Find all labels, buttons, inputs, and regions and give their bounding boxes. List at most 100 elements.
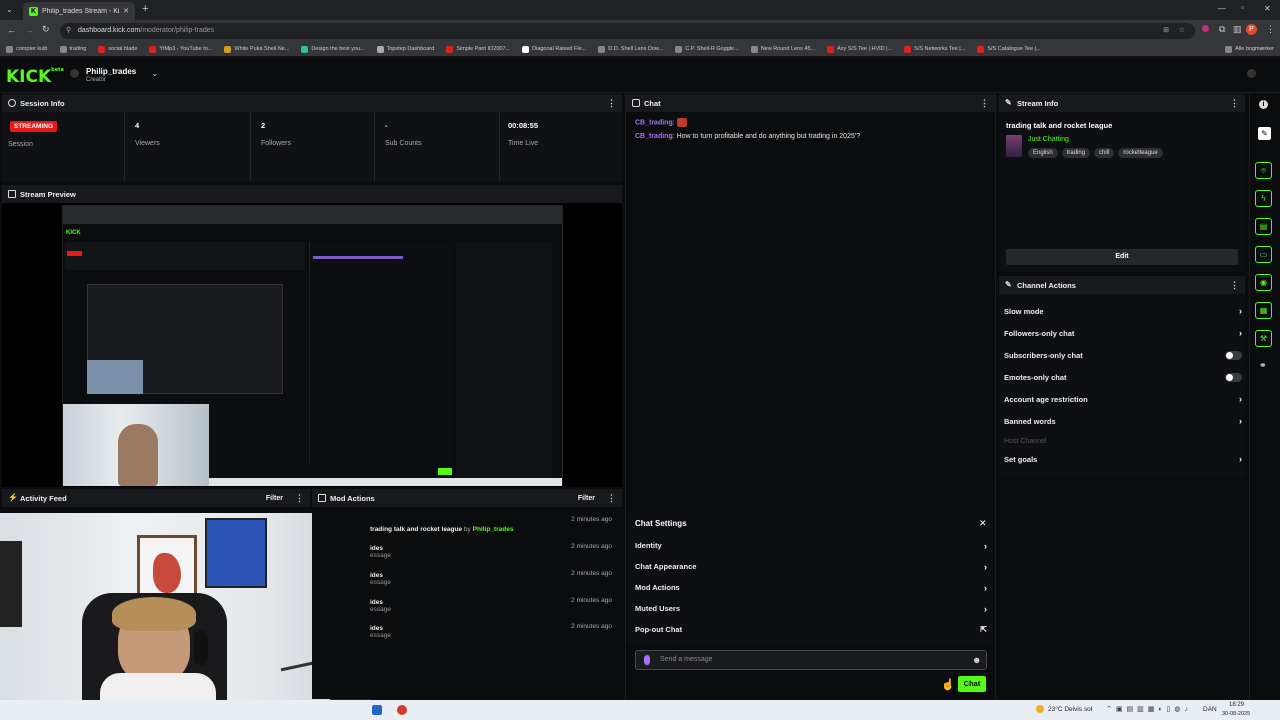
back-icon[interactable]: ← — [7, 25, 16, 35]
rail-document-icon[interactable]: ▤ — [1255, 218, 1272, 235]
bookmark-item[interactable]: White Puka Shell Ne... — [218, 45, 295, 53]
tag-pill[interactable]: trading — [1061, 148, 1091, 158]
mod-row-time: 2 minutes ago — [571, 623, 612, 630]
channel-action-set-goals[interactable]: Set goals › — [1004, 448, 1242, 470]
maximize-icon[interactable]: ▫ — [1241, 3, 1244, 12]
rail-broadcast-icon[interactable]: ◉ — [1255, 274, 1272, 291]
chat-setting-appearance[interactable]: Chat Appearance › — [635, 556, 987, 577]
bookmark-favicon-icon — [301, 45, 309, 53]
bookmark-star-icon[interactable]: ☆ — [1179, 23, 1185, 39]
tab-list-icon[interactable]: ⌄ — [6, 5, 13, 14]
chat-setting-muted-users[interactable]: Muted Users › — [635, 598, 987, 619]
bookmark-item[interactable]: Simple Pant IO2007... — [440, 45, 516, 53]
reload-icon[interactable]: ↻ — [42, 24, 50, 35]
kick-logo[interactable]: KICKbeta — [6, 67, 64, 87]
puzzle-extensions-icon[interactable]: ⧉ — [1219, 24, 1225, 35]
activity-menu-icon[interactable]: ⋮ — [295, 493, 304, 504]
channel-actions-menu-icon[interactable]: ⋮ — [1230, 280, 1239, 291]
bookmark-item[interactable]: Diagonal Raised Fle... — [516, 45, 592, 53]
bookmark-item[interactable]: Alle bogmærker — [1219, 45, 1280, 53]
channel-action-slow-mode[interactable]: Slow mode › — [1004, 300, 1242, 322]
chat-setting-popout[interactable]: Pop-out Chat ⇱ — [635, 619, 987, 640]
chat-username[interactable]: CB_trading — [635, 119, 673, 126]
activity-filter-button[interactable]: Filter — [266, 495, 283, 502]
bookmark-item[interactable]: Axy S/S Tee | HVID |... — [821, 45, 898, 53]
chat-username[interactable]: CB_trading — [635, 133, 673, 140]
channel-action-account-age[interactable]: Account age restriction › — [1004, 388, 1242, 410]
preview-chat-panel — [309, 242, 454, 464]
rail-edit-icon[interactable]: ✎ — [1258, 127, 1271, 140]
subscribers-only-toggle[interactable] — [1225, 350, 1242, 360]
mod-action-row: 2 minutes ago ides essage — [370, 623, 620, 639]
bookmark-item[interactable]: YtMp3 - YouTube to... — [143, 45, 218, 53]
mod-filter-button[interactable]: Filter — [578, 495, 595, 502]
rail-chat-icon[interactable]: ▭ — [1255, 246, 1272, 263]
mod-row-user[interactable]: Philip_trades — [473, 526, 514, 533]
bookmark-item[interactable]: D.D. Shell Lens Dow... — [592, 45, 669, 53]
close-window-icon[interactable]: ✕ — [1264, 4, 1271, 13]
chat-settings-close-icon[interactable]: ✕ — [979, 518, 987, 529]
extension-icon[interactable] — [1202, 25, 1209, 32]
bookmark-item[interactable]: trading — [54, 45, 93, 53]
chat-setting-identity[interactable]: Identity › — [635, 535, 987, 556]
rail-settings-icon[interactable]: ▦ — [1255, 302, 1272, 319]
tab-close-icon[interactable]: ✕ — [123, 7, 129, 15]
clock-date[interactable]: 30-08-2025 — [1222, 711, 1250, 717]
chat-header: Chat ⋮ — [626, 94, 995, 112]
channel-switch-chevron-icon[interactable]: ⌄ — [151, 68, 159, 79]
forward-icon[interactable]: → — [25, 25, 34, 35]
bookmark-item[interactable]: S/S Catalogue Tee |... — [971, 45, 1046, 53]
bookmark-item[interactable]: C.P. Shell-R Goggle... — [669, 45, 744, 53]
channel-action-banned-words[interactable]: Banned words › — [1004, 410, 1242, 432]
bookmark-item[interactable]: S/S Networks Tee |... — [898, 45, 971, 53]
minimize-icon[interactable]: — — [1218, 4, 1226, 13]
address-bar[interactable]: ⚲ dashboard.kick.com/moderator/philip-tr… — [60, 23, 1195, 39]
chat-input-box[interactable]: Send a message ☻ — [635, 650, 987, 670]
stream-preview-video[interactable]: KICK — [62, 205, 563, 486]
stream-info-menu-icon[interactable]: ⋮ — [1230, 98, 1239, 109]
tab-kick-dashboard[interactable]: K Philip_trades Stream - Kick Da... ✕ — [23, 2, 135, 20]
bookmark-item[interactable]: Topstep Dashboard — [371, 45, 441, 53]
bookmark-favicon-icon — [6, 45, 13, 53]
chat-menu-icon[interactable]: ⋮ — [980, 98, 989, 109]
tray-icons[interactable]: ⌃▣▤▥▦◐▯◍♪ — [1106, 705, 1192, 713]
tag-pill[interactable]: English — [1028, 148, 1058, 158]
chat-send-button[interactable]: Chat — [958, 676, 986, 692]
mic-icon[interactable] — [644, 655, 650, 665]
tag-pill[interactable]: chill — [1094, 148, 1115, 158]
lang-indicator[interactable]: DAN — [1203, 706, 1217, 713]
profile-avatar[interactable]: P — [1246, 24, 1257, 35]
info-icon[interactable]: i — [1259, 100, 1268, 109]
chat-setting-mod-actions[interactable]: Mod Actions › — [635, 577, 987, 598]
emotes-only-toggle[interactable] — [1225, 372, 1242, 382]
weather-text[interactable]: 23°C Delvis sol — [1048, 706, 1092, 713]
mod-menu-icon[interactable]: ⋮ — [607, 493, 616, 504]
channel-action-followers-only[interactable]: Followers-only chat › — [1004, 322, 1242, 344]
rail-camera-icon[interactable]: ⌾ — [1255, 162, 1272, 179]
channel-role: Creator — [86, 77, 107, 83]
stream-info-edit-button[interactable]: Edit — [1006, 249, 1238, 265]
stream-info-title: Stream Info — [1017, 98, 1059, 108]
sidepanel-icon[interactable]: ▥ — [1233, 24, 1242, 35]
clock-time[interactable]: 18:29 — [1229, 702, 1244, 708]
taskbar-app-icon[interactable] — [372, 705, 382, 715]
rail-wrench-icon[interactable]: ⚒ — [1255, 330, 1272, 347]
site-info-icon[interactable]: ⚲ — [66, 23, 71, 39]
emoji-icon[interactable]: ☻ — [972, 655, 981, 665]
new-tab-button[interactable]: + — [142, 3, 148, 15]
mod-actions-title: Mod Actions — [330, 493, 375, 503]
rail-lightning-icon[interactable]: ϟ — [1255, 190, 1272, 207]
bookmark-item[interactable]: social blade — [92, 45, 143, 53]
bookmark-label: Topstep Dashboard — [386, 46, 435, 52]
browser-menu-icon[interactable]: ⋮ — [1266, 24, 1275, 35]
tag-pill[interactable]: rocketleague — [1118, 148, 1163, 158]
bookmark-item[interactable]: compter kulb — [0, 45, 54, 53]
rail-share-icon[interactable]: ⚭ — [1259, 360, 1267, 371]
bookmark-item[interactable]: New Round Lens 45... — [745, 45, 821, 53]
bookmark-item[interactable]: Design the best you... — [295, 45, 370, 53]
translate-icon[interactable]: ⊞ — [1163, 23, 1169, 39]
session-menu-icon[interactable]: ⋮ — [607, 98, 616, 109]
taskbar-chrome-icon[interactable] — [397, 705, 407, 715]
category-name[interactable]: Just Chatting — [1028, 136, 1069, 143]
channel-actions-header: ✎ Channel Actions ⋮ — [999, 276, 1245, 294]
